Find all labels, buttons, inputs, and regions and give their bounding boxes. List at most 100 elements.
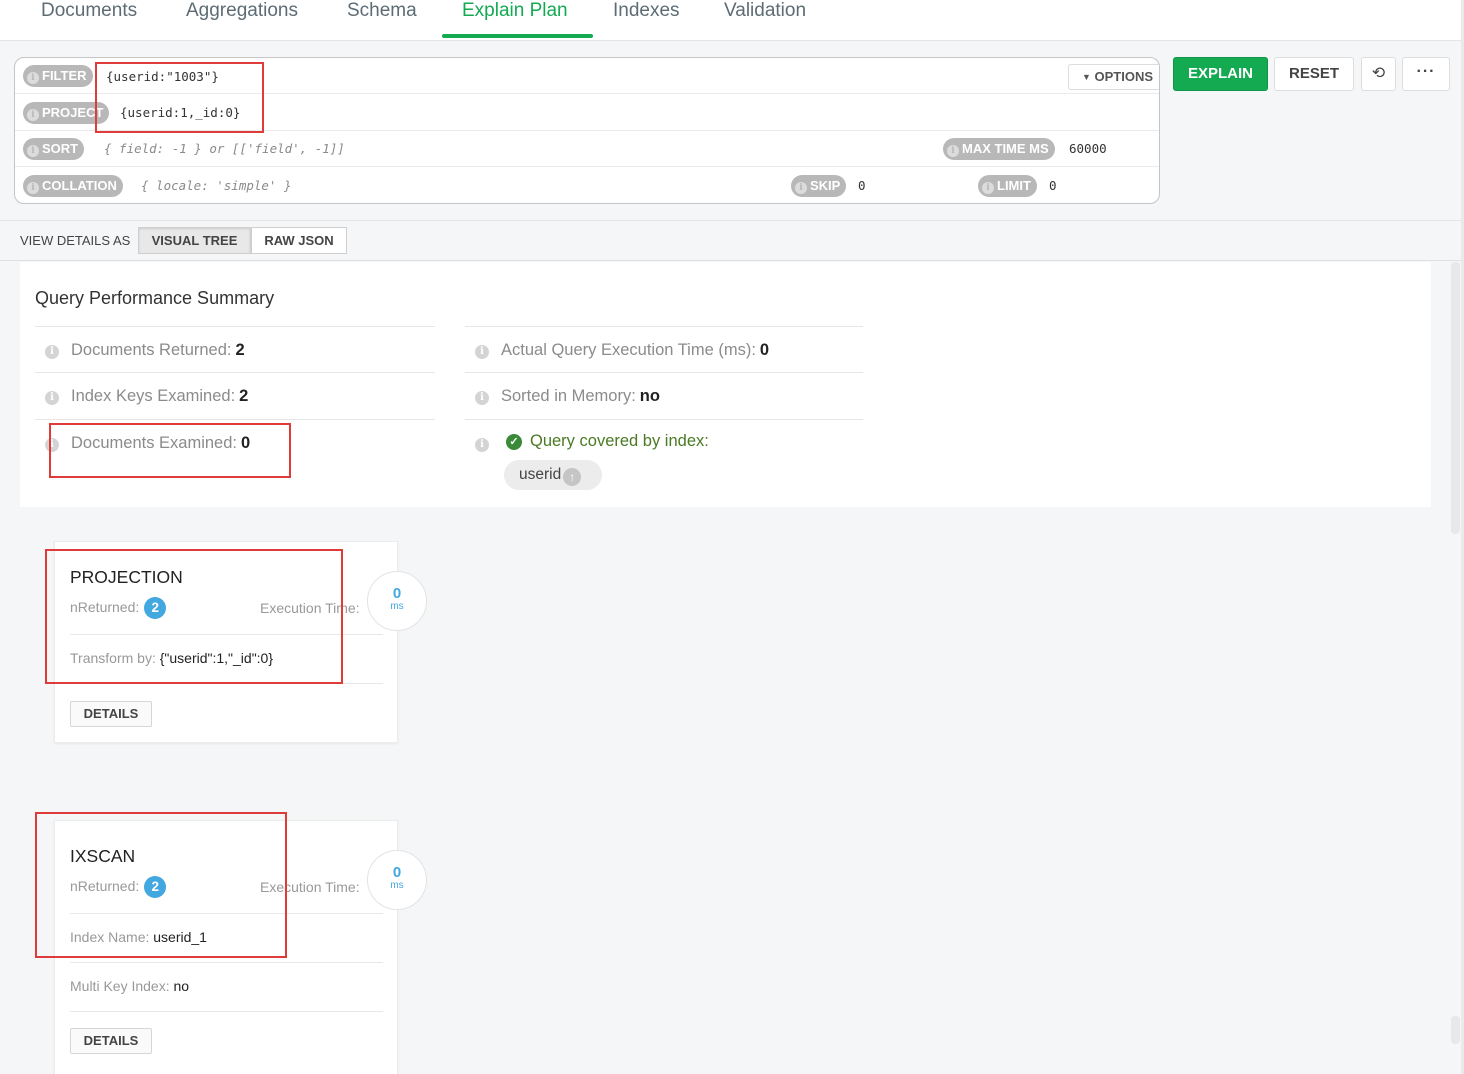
check-icon: ✓ <box>506 434 522 450</box>
stage-card-projection: PROJECTION nReturned: 2 Execution Time: T… <box>54 541 398 743</box>
sort-label: SORT <box>42 141 79 156</box>
nreturned-badge: 2 <box>144 876 167 898</box>
sorted-row: i Sorted in Memory: no <box>465 372 863 418</box>
project-input[interactable]: {userid:1,_id:0} <box>120 103 240 123</box>
stage-title: IXSCAN <box>70 846 136 866</box>
filter-pill: i FILTER <box>23 65 93 87</box>
info-icon: i <box>982 182 994 194</box>
raw-json-toggle[interactable]: RAW JSON <box>251 227 347 254</box>
docs-examined-label: Documents Examined: <box>71 434 237 452</box>
nreturned: nReturned: 2 <box>70 875 167 898</box>
execution-time-clock: 0 ms <box>367 850 427 910</box>
query-options-box: i FILTER {userid:"1003"} ▼ OPTIONS i PROJE… <box>14 57 1160 204</box>
exec-time-label: Actual Query Execution Time (ms): <box>501 341 756 359</box>
tab-schema[interactable]: Schema <box>347 0 417 40</box>
skip-input[interactable]: 0 <box>858 176 866 196</box>
filter-row: i FILTER {userid:"1003"} ▼ OPTIONS <box>15 58 1159 94</box>
exec-time-value: 0 <box>759 341 770 359</box>
project-row: i PROJECT {userid:1,_id:0} <box>15 95 1159 131</box>
covered-by-index: ✓ Query covered by index: <box>506 432 709 451</box>
divider <box>70 683 383 684</box>
details-button[interactable]: DETAILS <box>70 1028 152 1054</box>
docs-examined-row: i Documents Examined: 0 <box>35 419 435 465</box>
transform-label: Transform by: <box>70 650 156 666</box>
nreturned-label: nReturned: <box>70 599 140 615</box>
keys-examined-row: i Index Keys Examined: 2 <box>35 372 435 418</box>
collation-pill: i COLLATION <box>23 175 123 197</box>
tab-documents[interactable]: Documents <box>41 0 137 40</box>
collation-input[interactable]: { locale: 'simple' } <box>141 176 292 196</box>
execution-time-value: 0 <box>392 585 402 602</box>
project-pill: i PROJECT <box>23 102 110 124</box>
sorted-value: no <box>639 387 660 405</box>
info-icon: i <box>795 182 807 194</box>
active-tab-indicator <box>442 34 593 38</box>
limit-input[interactable]: 0 <box>1049 176 1057 196</box>
info-icon: i <box>27 182 39 194</box>
nreturned-badge: 2 <box>144 597 167 619</box>
index-pill-label: userid <box>519 466 562 483</box>
scrollbar-thumb-lower[interactable] <box>1451 1016 1460 1044</box>
multikey-row: Multi Key Index: no <box>70 978 189 994</box>
divider <box>70 634 383 635</box>
scrollbar-thumb[interactable] <box>1451 262 1460 534</box>
tab-indexes[interactable]: Indexes <box>613 0 680 40</box>
reset-button[interactable]: RESET <box>1274 57 1354 91</box>
divider <box>70 1011 383 1012</box>
limit-label: LIMIT <box>997 178 1031 193</box>
sort-pill: i SORT <box>23 138 85 160</box>
history-icon: ⟲ <box>1371 65 1386 82</box>
tab-aggregations[interactable]: Aggregations <box>186 0 298 40</box>
info-icon: i <box>27 72 39 84</box>
docs-returned-label: Documents Returned: <box>71 341 232 359</box>
history-button[interactable]: ⟲ <box>1361 57 1396 91</box>
sort-input[interactable]: { field: -1 } or [['field', -1]] <box>104 139 345 159</box>
keys-examined-value: 2 <box>239 387 249 405</box>
execution-time-unit: ms <box>390 880 404 891</box>
explain-button[interactable]: EXPLAIN <box>1173 57 1268 91</box>
info-icon: i <box>475 391 489 405</box>
options-button[interactable]: ▼ OPTIONS <box>1068 64 1159 90</box>
project-label: PROJECT <box>42 105 104 120</box>
tab-validation[interactable]: Validation <box>724 0 806 40</box>
more-icon: ··· <box>1416 63 1436 80</box>
stage-title: PROJECTION <box>70 567 183 587</box>
index-pill[interactable]: userid ↑ <box>504 460 602 490</box>
multikey-label: Multi Key Index: <box>70 978 170 994</box>
info-icon: i <box>45 438 59 452</box>
tab-bar: Documents Aggregations Schema Explain Pl… <box>0 0 1464 41</box>
nreturned: nReturned: 2 <box>70 596 167 619</box>
docs-examined-value: 0 <box>241 434 251 452</box>
caret-down-icon: ▼ <box>1081 72 1091 82</box>
filter-label: FILTER <box>42 68 87 83</box>
visual-tree-toggle[interactable]: VISUAL TREE <box>138 227 251 254</box>
index-name-value: userid_1 <box>153 929 207 945</box>
details-button[interactable]: DETAILS <box>70 701 152 727</box>
divider <box>70 962 383 963</box>
divider <box>70 913 383 914</box>
skip-pill: i SKIP <box>791 175 847 197</box>
limit-pill: i LIMIT <box>978 175 1037 197</box>
index-name-row: Index Name: userid_1 <box>70 929 207 945</box>
options-label: OPTIONS <box>1094 69 1154 84</box>
arrow-up-icon: ↑ <box>563 468 582 486</box>
sort-row: i SORT { field: -1 } or [['field', -1]] i… <box>15 131 1159 167</box>
info-icon: i <box>475 345 489 359</box>
more-options-button[interactable]: ··· <box>1402 57 1450 91</box>
multikey-value: no <box>173 978 190 994</box>
transform-value: {"userid":1,"_id":0} <box>159 650 274 666</box>
stage-card-ixscan: IXSCAN nReturned: 2 Execution Time: Index… <box>54 820 398 1074</box>
view-details-label: VIEW DETAILS AS <box>20 233 131 248</box>
docs-returned-value: 2 <box>235 341 245 359</box>
view-details-bar: VIEW DETAILS AS VISUAL TREE RAW JSON <box>0 221 1464 261</box>
nreturned-label: nReturned: <box>70 878 140 894</box>
max-time-input[interactable]: 60000 <box>1069 139 1107 159</box>
info-icon: i <box>947 145 959 157</box>
skip-label: SKIP <box>810 178 841 193</box>
docs-returned-row: i Documents Returned: 2 <box>35 326 435 372</box>
query-performance-summary: Query Performance Summary i Documents Ret… <box>20 262 1431 507</box>
info-icon: i <box>45 391 59 405</box>
covered-label: Query covered by index: <box>530 432 709 450</box>
sorted-label: Sorted in Memory: <box>501 387 636 405</box>
filter-input[interactable]: {userid:"1003"} <box>106 67 219 87</box>
